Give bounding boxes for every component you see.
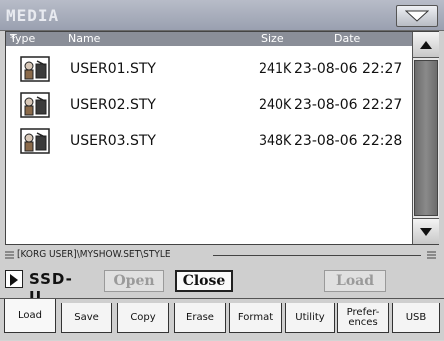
- file-row[interactable]: USER01.STY 241K 23-08-06 22:27: [6, 52, 412, 88]
- file-date: 23-08-06 22:28: [294, 133, 403, 149]
- column-header: Type * Name Size Date: [6, 32, 412, 46]
- load-button[interactable]: Load: [324, 270, 386, 292]
- file-date: 23-08-06 22:27: [294, 61, 403, 77]
- tab-copy[interactable]: Copy: [117, 303, 169, 333]
- column-date[interactable]: Date: [334, 32, 360, 46]
- tab-preferences[interactable]: Prefer- ences: [337, 303, 389, 333]
- file-row[interactable]: USER02.STY 240K 23-08-06 22:27: [6, 88, 412, 124]
- file-name: USER03.STY: [70, 133, 156, 149]
- lines-icon: [5, 251, 14, 259]
- media-screen: MEDIA Type * Name Size Date USER01.STY 2…: [0, 0, 444, 340]
- tab-load[interactable]: Load: [4, 299, 56, 333]
- column-size[interactable]: Size: [261, 32, 284, 46]
- device-selector[interactable]: SSD-U: [5, 268, 85, 306]
- path-bar: [KORG USER]\MYSHOW.SET\STYLE: [5, 248, 439, 262]
- current-path: [KORG USER]\MYSHOW.SET\STYLE: [17, 249, 171, 260]
- file-name: USER02.STY: [70, 97, 156, 113]
- file-date: 23-08-06 22:27: [294, 97, 403, 113]
- scroll-down-button[interactable]: [413, 218, 439, 244]
- lines-icon: [427, 251, 436, 259]
- tab-save[interactable]: Save: [61, 303, 112, 333]
- file-list: Type * Name Size Date USER01.STY 241K 23…: [5, 31, 439, 245]
- file-size: 348K: [259, 133, 292, 149]
- style-file-icon: [20, 56, 50, 82]
- arrow-up-icon: [420, 41, 432, 49]
- file-name: USER01.STY: [70, 61, 156, 77]
- tab-erase[interactable]: Erase: [174, 303, 226, 333]
- page-menu-button[interactable]: [396, 5, 438, 27]
- device-menu-button[interactable]: [5, 270, 23, 288]
- close-button[interactable]: Close: [175, 270, 233, 292]
- tab-format[interactable]: Format: [229, 303, 282, 333]
- scrollbar[interactable]: [412, 32, 439, 244]
- divider: [213, 255, 421, 256]
- scroll-thumb[interactable]: [414, 60, 438, 216]
- file-size: 240K: [259, 97, 292, 113]
- arrow-down-icon: [420, 228, 432, 236]
- tab-bar: Load Save Copy Erase Format Utility Pref…: [0, 298, 444, 341]
- tab-utility[interactable]: Utility: [285, 303, 335, 333]
- triangle-right-icon: [10, 274, 18, 286]
- file-row[interactable]: USER03.STY 348K 23-08-06 22:28: [6, 124, 412, 160]
- title-bar: MEDIA: [0, 0, 444, 31]
- style-file-icon: [20, 128, 50, 154]
- page-title: MEDIA: [6, 6, 60, 25]
- open-button[interactable]: Open: [104, 270, 164, 292]
- file-size: 241K: [259, 61, 292, 77]
- column-name[interactable]: Name: [68, 32, 100, 46]
- tab-usb[interactable]: USB: [392, 303, 440, 333]
- style-file-icon: [20, 92, 50, 118]
- scroll-up-button[interactable]: [413, 32, 439, 58]
- triangle-down-icon: [405, 10, 429, 22]
